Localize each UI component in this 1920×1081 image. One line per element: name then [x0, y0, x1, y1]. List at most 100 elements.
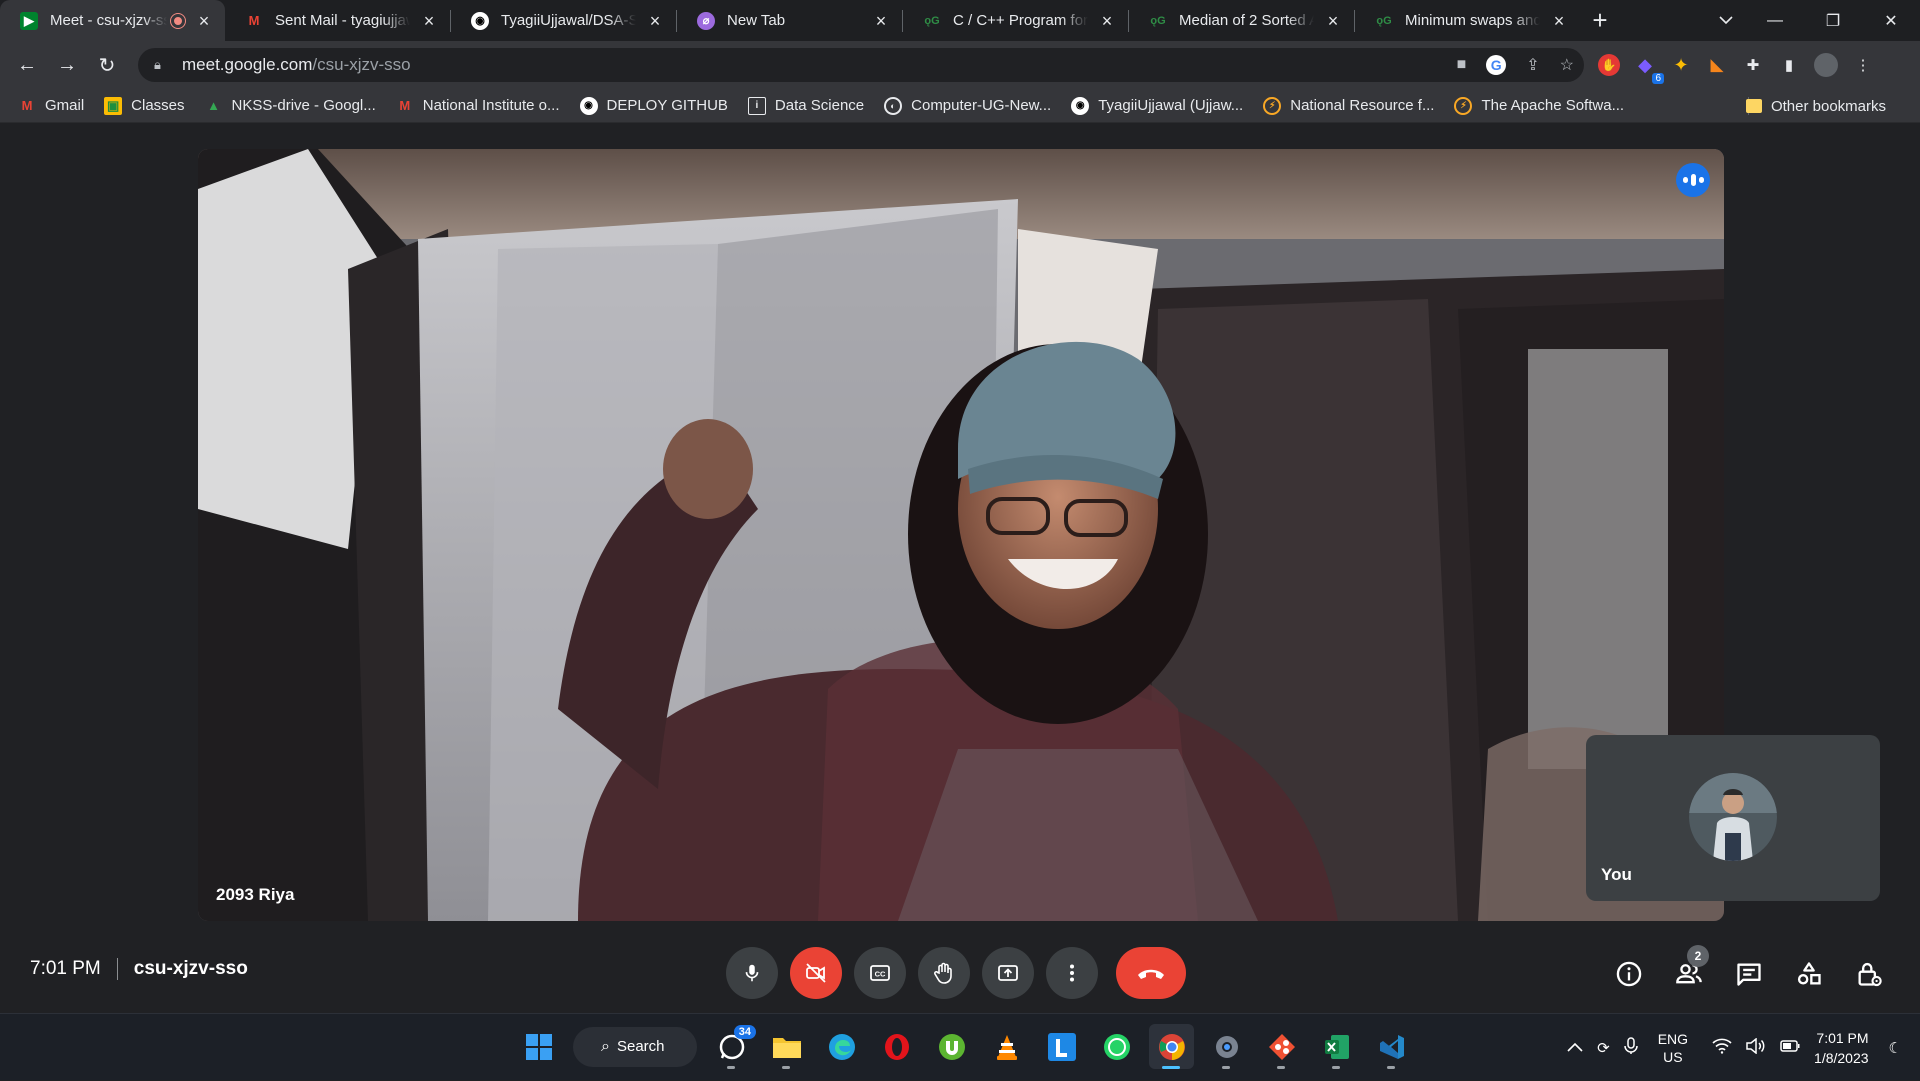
bookmark-national-resource[interactable]: ⚡︎ National Resource f...: [1263, 96, 1434, 115]
taskbar-utorrent[interactable]: [929, 1024, 974, 1069]
restore-icon[interactable]: ❐: [1804, 0, 1862, 41]
leave-call-button[interactable]: [1116, 947, 1186, 999]
meeting-details-button[interactable]: [1606, 951, 1652, 997]
tab-github[interactable]: ◉ TyagiiUjjawal/DSA-SHEET ×: [451, 0, 676, 41]
side-panel-icon[interactable]: ▮: [1778, 54, 1800, 76]
bookmark-apache[interactable]: ⚡︎ The Apache Softwa...: [1454, 96, 1624, 115]
tab-gfg-min-swaps[interactable]: ǫG Minimum swaps and K together ×: [1355, 0, 1580, 41]
microphone-button[interactable]: [726, 947, 778, 999]
tab-gmail[interactable]: M Sent Mail - tyagiujjawal ×: [225, 0, 450, 41]
bookmark-tyagiiujjawal[interactable]: ◉ TyagiiUjjawal (Ujjaw...: [1071, 96, 1243, 115]
chevron-up-icon[interactable]: [1567, 1039, 1583, 1056]
bookmark-star-icon[interactable]: ☆: [1560, 55, 1574, 75]
bookmark-deploy-github[interactable]: ◉ DEPLOY GITHUB: [579, 96, 728, 115]
close-icon[interactable]: ×: [646, 12, 664, 30]
close-window-icon[interactable]: ✕: [1862, 0, 1920, 41]
sync-icon[interactable]: ⟳: [1597, 1039, 1610, 1057]
close-icon[interactable]: ×: [1098, 12, 1116, 30]
new-tab-button[interactable]: +: [1580, 0, 1620, 41]
running-indicator: [727, 1066, 735, 1069]
address-bar[interactable]: 🔒︎ meet.google.com/csu-xjzv-sso ■ G ⇪ ☆: [138, 48, 1584, 82]
taskbar-whatsapp-2[interactable]: [1094, 1024, 1139, 1069]
extension-purple-icon[interactable]: ◆ 6: [1634, 54, 1664, 84]
taskbar-git[interactable]: [1259, 1024, 1304, 1069]
taskbar-opera[interactable]: [874, 1024, 919, 1069]
meeting-tools: 2: [1606, 945, 1892, 997]
microphone-icon[interactable]: [1623, 1036, 1638, 1059]
taskbar-settings[interactable]: [1204, 1024, 1249, 1069]
meeting-code: csu-xjzv-sso: [133, 958, 248, 979]
wifi-icon[interactable]: [1712, 1038, 1732, 1058]
clock[interactable]: 7:01 PM 1/8/2023: [1814, 1028, 1869, 1068]
main-participant-video[interactable]: 2093 Riya: [198, 149, 1724, 921]
camera-in-use-icon[interactable]: ■: [1457, 56, 1467, 74]
taskbar-whatsapp[interactable]: 34: [709, 1024, 756, 1069]
minimize-icon[interactable]: —: [1746, 0, 1804, 41]
tab-search-chevron-icon[interactable]: [1706, 0, 1746, 41]
google-lens-icon[interactable]: G: [1486, 55, 1507, 75]
camera-off-button[interactable]: [790, 947, 842, 999]
meeting-details: 7:01 PM csu-xjzv-sso: [30, 958, 248, 980]
activities-button[interactable]: [1786, 951, 1832, 997]
start-button[interactable]: [516, 1024, 561, 1069]
bookmark-gmail[interactable]: M Gmail: [18, 97, 85, 115]
extension-colorful-icon[interactable]: ✦: [1670, 54, 1692, 76]
taskbar-l-app[interactable]: [1039, 1024, 1084, 1069]
notification-badge: 34: [733, 1025, 756, 1039]
share-icon[interactable]: ⇪: [1526, 55, 1539, 75]
bookmark-label: Other bookmarks: [1770, 97, 1886, 115]
battery-icon[interactable]: [1780, 1039, 1800, 1056]
close-icon[interactable]: ×: [1324, 12, 1342, 30]
language-indicator[interactable]: ENG US: [1658, 1030, 1688, 1066]
notifications-moon-icon[interactable]: ☾: [1889, 1039, 1902, 1057]
call-controls: CC: [726, 947, 1186, 999]
bookmark-classes[interactable]: ▣ Classes: [104, 96, 185, 115]
taskbar-vlc[interactable]: [984, 1024, 1029, 1069]
chrome-menu-icon[interactable]: ⋮: [1852, 54, 1874, 76]
bookmark-label: Computer-UG-New...: [911, 97, 1052, 114]
tab-gfg-median-sorted[interactable]: ǫG Median of 2 Sorted Arrays ×: [1129, 0, 1354, 41]
taskbar-chrome[interactable]: [1149, 1024, 1194, 1069]
meeting-time: 7:01 PM: [30, 958, 101, 979]
taskbar-file-explorer[interactable]: [764, 1024, 809, 1069]
taskbar-search[interactable]: ⌕ Search: [573, 1026, 697, 1067]
raise-hand-button[interactable]: [918, 947, 970, 999]
github-icon: ◉: [471, 11, 489, 30]
bookmark-national-institute[interactable]: M National Institute o...: [396, 97, 559, 115]
present-screen-button[interactable]: [982, 947, 1034, 999]
host-controls-button[interactable]: [1846, 951, 1892, 997]
tab-meet[interactable]: ▶ Meet - csu-xjzv-sso ×: [0, 0, 225, 41]
bookmark-computer-ug[interactable]: ◐ Computer-UG-New...: [884, 96, 1052, 115]
self-label: You: [1601, 865, 1632, 884]
lock-icon[interactable]: 🔒︎: [154, 57, 168, 73]
other-bookmarks[interactable]: Other bookmarks: [1745, 89, 1886, 123]
back-icon[interactable]: ←: [7, 45, 47, 85]
captions-icon: CC: [870, 965, 890, 981]
volume-icon[interactable]: [1746, 1036, 1766, 1058]
l-app-icon: [1047, 1032, 1076, 1061]
chat-button[interactable]: [1726, 951, 1772, 997]
self-view-tile[interactable]: You: [1586, 735, 1880, 901]
extension-fox-icon[interactable]: ◣: [1706, 54, 1728, 76]
bookmark-nkss-drive[interactable]: ▲ NKSS-drive - Googl...: [205, 97, 376, 115]
tab-title: Sent Mail - tyagiujjawal: [275, 12, 410, 29]
taskbar-excel[interactable]: [1314, 1024, 1359, 1069]
profile-avatar[interactable]: [1814, 53, 1838, 77]
taskbar-edge[interactable]: [819, 1024, 864, 1069]
bookmark-data-science[interactable]: i Data Science: [747, 96, 864, 115]
speaking-indicator-icon: [1676, 163, 1710, 197]
people-button[interactable]: 2: [1666, 945, 1712, 997]
close-icon[interactable]: ×: [420, 12, 438, 30]
tab-new-tab[interactable]: ⌀ New Tab ×: [677, 0, 902, 41]
extensions-puzzle-icon[interactable]: ✚: [1742, 54, 1764, 76]
captions-button[interactable]: CC: [854, 947, 906, 999]
close-icon[interactable]: ×: [1550, 12, 1568, 30]
more-options-button[interactable]: [1046, 947, 1098, 999]
close-icon[interactable]: ×: [872, 12, 890, 30]
extension-red-hand-icon[interactable]: ✋: [1598, 54, 1620, 76]
reload-icon[interactable]: ↻: [87, 45, 127, 85]
taskbar-vscode[interactable]: [1369, 1024, 1414, 1069]
forward-icon[interactable]: →: [47, 45, 87, 85]
tab-gfg-median-cpp[interactable]: ǫG C / C++ Program for Median ×: [903, 0, 1128, 41]
close-icon[interactable]: ×: [195, 12, 213, 30]
